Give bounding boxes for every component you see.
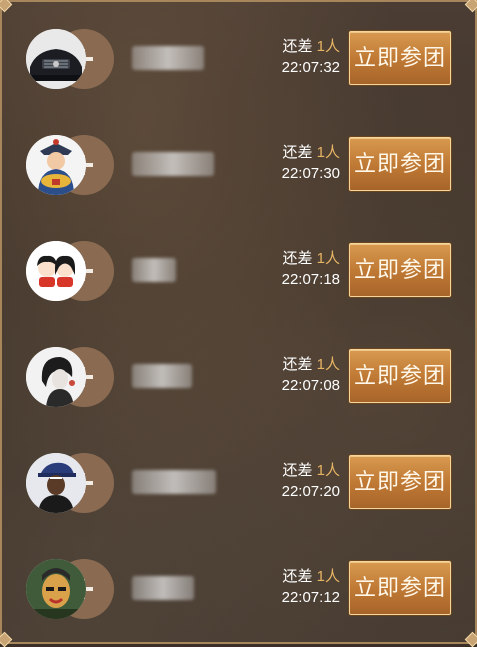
member-avatars xyxy=(26,453,116,513)
countdown-timer: 22:07:20 xyxy=(281,483,340,500)
blurred-username xyxy=(132,152,214,176)
remaining-count: 还差 1人 xyxy=(282,248,340,269)
remaining-number: 1人 xyxy=(316,250,340,267)
group-info: 还差 1人 22:07:08 xyxy=(282,354,340,396)
blurred-username xyxy=(132,364,192,388)
man-hat-avatar xyxy=(26,453,86,513)
remaining-label: 还差 xyxy=(282,38,313,55)
member-avatars xyxy=(26,241,116,301)
remaining-count: 还差 1人 xyxy=(282,566,340,587)
remaining-number: 1人 xyxy=(316,144,340,161)
group-info: 还差 1人 22:07:12 xyxy=(282,566,340,608)
group-info: 还差 1人 22:07:32 xyxy=(282,36,340,78)
group-info: 还差 1人 22:07:20 xyxy=(282,460,340,502)
countdown-timer: 22:07:30 xyxy=(281,165,340,182)
remaining-number: 1人 xyxy=(316,38,340,55)
remaining-number: 1人 xyxy=(316,462,340,479)
group-row: 还差 1人 22:07:12 立即参团 xyxy=(2,532,475,638)
remaining-label: 还差 xyxy=(282,144,313,161)
blurred-username xyxy=(132,258,176,282)
remaining-number: 1人 xyxy=(316,356,340,373)
sketch-girl-avatar xyxy=(26,347,86,407)
remaining-number: 1人 xyxy=(316,568,340,585)
group-info: 还差 1人 22:07:30 xyxy=(282,142,340,184)
remaining-label: 还差 xyxy=(282,356,313,373)
group-info: 还差 1人 22:07:18 xyxy=(282,248,340,290)
countdown-timer: 22:07:18 xyxy=(281,271,340,288)
member-avatars xyxy=(26,559,116,619)
group-row: 还差 1人 22:07:30 立即参团 xyxy=(2,108,475,214)
painted-face-avatar xyxy=(26,559,86,619)
remaining-label: 还差 xyxy=(282,250,313,267)
cartoon-couple-avatar xyxy=(26,241,86,301)
member-avatars xyxy=(26,347,116,407)
join-group-button[interactable]: 立即参团 xyxy=(349,243,451,297)
join-group-button[interactable]: 立即参团 xyxy=(349,455,451,509)
group-row: 还差 1人 22:07:18 立即参团 xyxy=(2,214,475,320)
remaining-count: 还差 1人 xyxy=(282,36,340,57)
remaining-count: 还差 1人 xyxy=(282,460,340,481)
group-list-panel: 还差 1人 22:07:32 立即参团 还差 1人 22:07:30 立即参团 … xyxy=(0,0,477,647)
countdown-timer: 22:07:12 xyxy=(281,589,340,606)
join-group-button[interactable]: 立即参团 xyxy=(349,137,451,191)
group-row: 还差 1人 22:07:08 立即参团 xyxy=(2,320,475,426)
member-avatars xyxy=(26,135,116,195)
join-group-button[interactable]: 立即参团 xyxy=(349,561,451,615)
member-avatars xyxy=(26,29,116,89)
group-row: 还差 1人 22:07:32 立即参团 xyxy=(2,2,475,108)
blurred-username xyxy=(132,470,216,494)
remaining-label: 还差 xyxy=(282,568,313,585)
group-row: 还差 1人 22:07:20 立即参团 xyxy=(2,426,475,532)
join-group-button[interactable]: 立即参团 xyxy=(349,31,451,85)
countdown-timer: 22:07:32 xyxy=(281,59,340,76)
remaining-count: 还差 1人 xyxy=(282,142,340,163)
blurred-username xyxy=(132,46,204,70)
join-group-button[interactable]: 立即参团 xyxy=(349,349,451,403)
car-avatar xyxy=(26,29,86,89)
countdown-timer: 22:07:08 xyxy=(281,377,340,394)
remaining-count: 还差 1人 xyxy=(282,354,340,375)
emperor-avatar xyxy=(26,135,86,195)
remaining-label: 还差 xyxy=(282,462,313,479)
blurred-username xyxy=(132,576,194,600)
